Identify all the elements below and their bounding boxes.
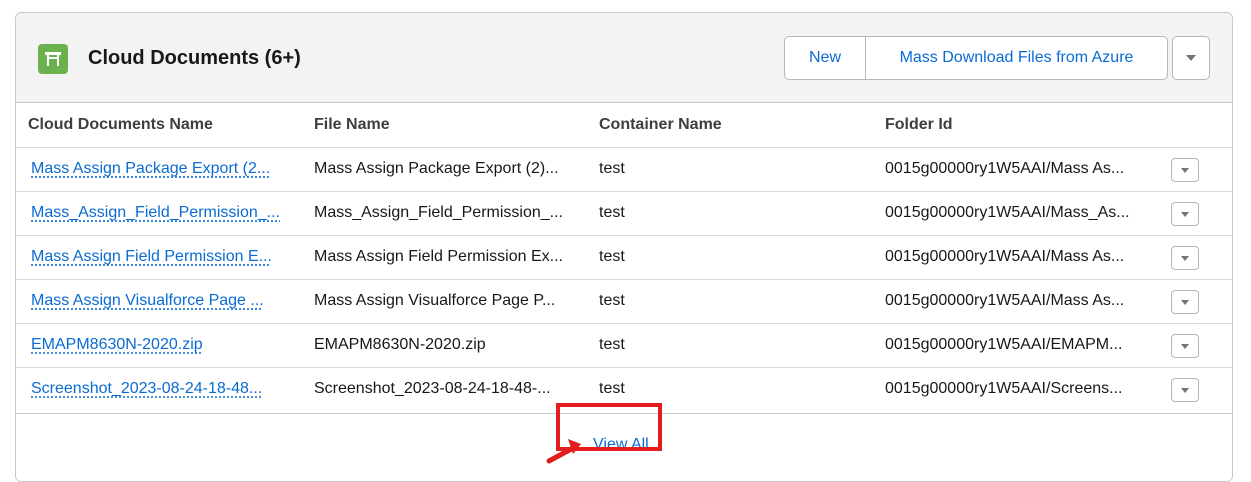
container-name-cell: test bbox=[599, 380, 625, 398]
column-header-name[interactable]: Cloud Documents Name bbox=[28, 116, 213, 134]
folder-id-cell: 0015g00000ry1W5AAI/Mass As... bbox=[885, 292, 1124, 310]
header-menu-button[interactable] bbox=[1172, 36, 1210, 80]
document-name-link[interactable]: Mass_Assign_Field_Permission_... bbox=[31, 204, 280, 222]
document-name-link[interactable]: Mass Assign Field Permission E... bbox=[31, 248, 272, 266]
container-name-cell: test bbox=[599, 292, 625, 310]
header-button-group: New Mass Download Files from Azure bbox=[784, 36, 1168, 80]
chevron-down-icon bbox=[1180, 167, 1190, 174]
card-header: Cloud Documents (6+) New Mass Download F… bbox=[16, 13, 1232, 102]
arrow-annotation-icon bbox=[535, 425, 595, 465]
file-name-cell: Mass Assign Field Permission Ex... bbox=[314, 248, 563, 266]
folder-id-cell: 0015g00000ry1W5AAI/Mass_As... bbox=[885, 204, 1130, 222]
row-actions-button[interactable] bbox=[1171, 158, 1199, 182]
table-row: Mass_Assign_Field_Permission_... Mass_As… bbox=[16, 192, 1232, 236]
container-name-cell: test bbox=[599, 336, 625, 354]
new-button[interactable]: New bbox=[784, 36, 866, 80]
document-name-link[interactable]: Mass Assign Visualforce Page ... bbox=[31, 292, 264, 310]
table-row: Mass Assign Visualforce Page ... Mass As… bbox=[16, 280, 1232, 324]
document-name-link[interactable]: Mass Assign Package Export (2... bbox=[31, 160, 270, 178]
column-header-file[interactable]: File Name bbox=[314, 116, 390, 134]
container-name-cell: test bbox=[599, 248, 625, 266]
column-header-folder[interactable]: Folder Id bbox=[885, 116, 953, 134]
folder-id-cell: 0015g00000ry1W5AAI/Screens... bbox=[885, 380, 1122, 398]
column-header-container[interactable]: Container Name bbox=[599, 116, 722, 134]
table-row: Mass Assign Package Export (2... Mass As… bbox=[16, 148, 1232, 192]
file-name-cell: Mass Assign Package Export (2)... bbox=[314, 160, 559, 178]
documents-table: Cloud Documents Name File Name Container… bbox=[16, 102, 1232, 414]
chevron-down-icon bbox=[1180, 387, 1190, 394]
folder-icon bbox=[38, 44, 68, 74]
container-name-cell: test bbox=[599, 160, 625, 178]
table-row: Mass Assign Field Permission E... Mass A… bbox=[16, 236, 1232, 280]
chevron-down-icon bbox=[1180, 343, 1190, 350]
folder-id-cell: 0015g00000ry1W5AAI/Mass As... bbox=[885, 248, 1124, 266]
folder-id-cell: 0015g00000ry1W5AAI/Mass As... bbox=[885, 160, 1124, 178]
file-name-cell: EMAPM8630N-2020.zip bbox=[314, 336, 486, 354]
document-name-link[interactable]: Screenshot_2023-08-24-18-48... bbox=[31, 380, 262, 398]
row-actions-button[interactable] bbox=[1171, 246, 1199, 270]
file-name-cell: Mass Assign Visualforce Page P... bbox=[314, 292, 555, 310]
row-actions-button[interactable] bbox=[1171, 334, 1199, 358]
table-header-row: Cloud Documents Name File Name Container… bbox=[16, 103, 1232, 148]
mass-download-button[interactable]: Mass Download Files from Azure bbox=[866, 36, 1168, 80]
file-name-cell: Screenshot_2023-08-24-18-48-... bbox=[314, 380, 551, 398]
file-name-cell: Mass_Assign_Field_Permission_... bbox=[314, 204, 563, 222]
container-name-cell: test bbox=[599, 204, 625, 222]
card-title[interactable]: Cloud Documents (6+) bbox=[88, 47, 301, 70]
row-actions-button[interactable] bbox=[1171, 202, 1199, 226]
row-actions-button[interactable] bbox=[1171, 290, 1199, 314]
chevron-down-icon bbox=[1185, 54, 1197, 62]
row-actions-button[interactable] bbox=[1171, 378, 1199, 402]
document-name-link[interactable]: EMAPM8630N-2020.zip bbox=[31, 336, 203, 354]
folder-id-cell: 0015g00000ry1W5AAI/EMAPM... bbox=[885, 336, 1122, 354]
chevron-down-icon bbox=[1180, 255, 1190, 262]
chevron-down-icon bbox=[1180, 211, 1190, 218]
table-row: EMAPM8630N-2020.zip EMAPM8630N-2020.zip … bbox=[16, 324, 1232, 368]
chevron-down-icon bbox=[1180, 299, 1190, 306]
